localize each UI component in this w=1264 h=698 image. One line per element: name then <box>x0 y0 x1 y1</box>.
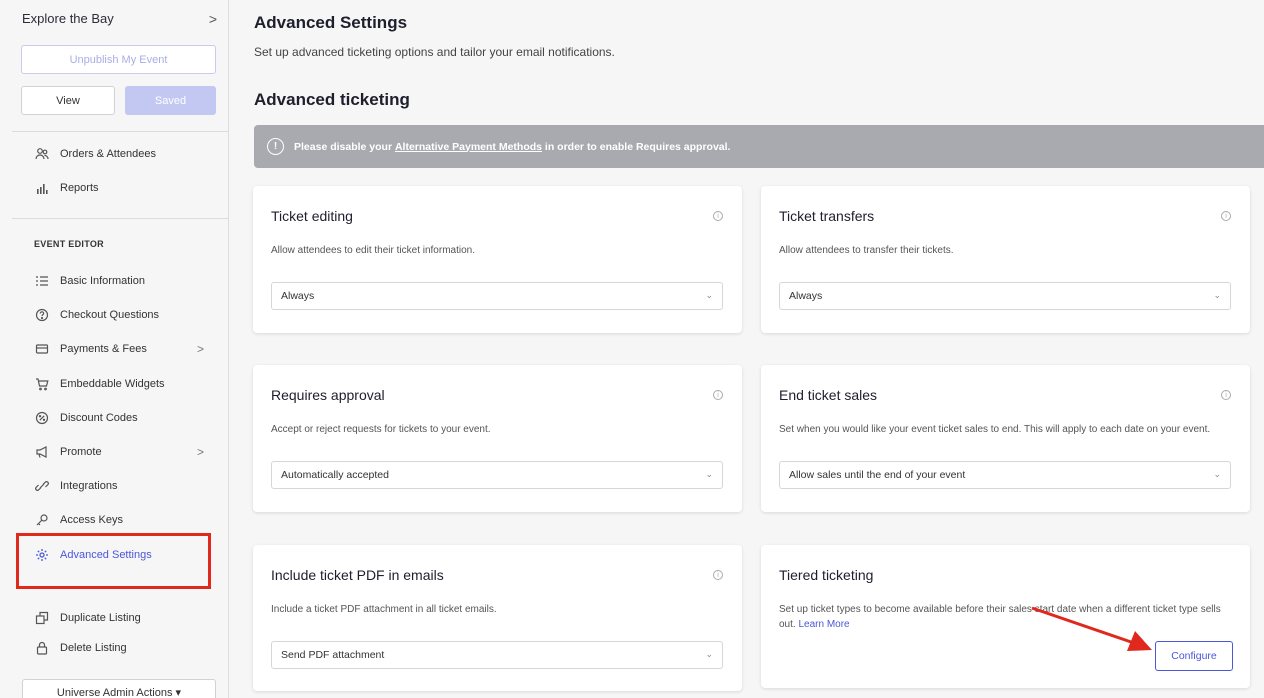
sidebar-item-label: Reports <box>60 182 99 194</box>
sidebar-item-payments-fees[interactable]: Payments & Fees > <box>34 340 209 358</box>
sidebar-item-orders-attendees[interactable]: Orders & Attendees <box>34 145 156 163</box>
sidebar-item-access-keys[interactable]: Access Keys <box>34 511 123 529</box>
sidebar: Explore the Bay > Unpublish My Event Vie… <box>0 0 229 698</box>
admin-actions-button[interactable]: Universe Admin Actions ▾ <box>22 679 216 698</box>
saved-button[interactable]: Saved <box>125 86 216 115</box>
list-icon <box>34 273 50 289</box>
sidebar-item-label: Basic Information <box>60 275 145 287</box>
main-content: Advanced Settings Set up advanced ticket… <box>230 0 1264 698</box>
people-icon <box>34 146 50 162</box>
key-icon <box>34 512 50 528</box>
unpublish-button[interactable]: Unpublish My Event <box>21 45 216 74</box>
sidebar-item-reports[interactable]: Reports <box>34 179 99 197</box>
sidebar-item-label: Integrations <box>60 480 118 492</box>
event-selector[interactable]: Explore the Bay > <box>22 11 217 27</box>
sidebar-item-embeddable-widgets[interactable]: Embeddable Widgets <box>34 375 165 393</box>
chevron-right-icon: > <box>197 342 205 356</box>
sidebar-item-promote[interactable]: Promote > <box>34 443 209 461</box>
event-name: Explore the Bay <box>22 11 114 26</box>
chevron-right-icon: > <box>208 11 217 27</box>
sidebar-item-label: Payments & Fees <box>60 343 147 355</box>
sidebar-item-integrations[interactable]: Integrations <box>34 477 117 495</box>
sidebar-item-label: Delete Listing <box>60 642 127 654</box>
chevron-right-icon: > <box>197 445 205 459</box>
megaphone-icon <box>34 444 50 460</box>
discount-icon <box>34 410 50 426</box>
sidebar-item-label: Discount Codes <box>60 412 138 424</box>
link-icon <box>34 478 50 494</box>
event-editor-heading: EVENT EDITOR <box>34 239 104 249</box>
divider <box>12 218 229 219</box>
sidebar-item-delete-listing[interactable]: Delete Listing <box>34 639 127 657</box>
sidebar-item-label: Promote <box>60 446 102 458</box>
sidebar-item-label: Checkout Questions <box>60 309 160 321</box>
highlight-box <box>16 533 211 589</box>
card-icon <box>34 341 50 357</box>
view-button[interactable]: View <box>21 86 115 115</box>
sidebar-item-label: Access Keys <box>60 514 123 526</box>
sidebar-item-duplicate-listing[interactable]: Duplicate Listing <box>34 609 141 627</box>
question-icon <box>34 307 50 323</box>
lock-icon <box>34 640 50 656</box>
sidebar-item-checkout-questions[interactable]: Checkout Questions <box>34 306 159 324</box>
sidebar-item-label: Orders & Attendees <box>60 148 156 160</box>
cart-icon <box>34 376 50 392</box>
annotation-arrow <box>1031 606 1152 651</box>
sidebar-item-label: Embeddable Widgets <box>60 378 165 390</box>
sidebar-item-discount-codes[interactable]: Discount Codes <box>34 409 138 427</box>
sidebar-item-basic-information[interactable]: Basic Information <box>34 272 145 290</box>
divider <box>12 131 229 132</box>
bar-chart-icon <box>34 180 50 196</box>
duplicate-icon <box>34 610 50 626</box>
sidebar-item-label: Duplicate Listing <box>60 612 141 624</box>
